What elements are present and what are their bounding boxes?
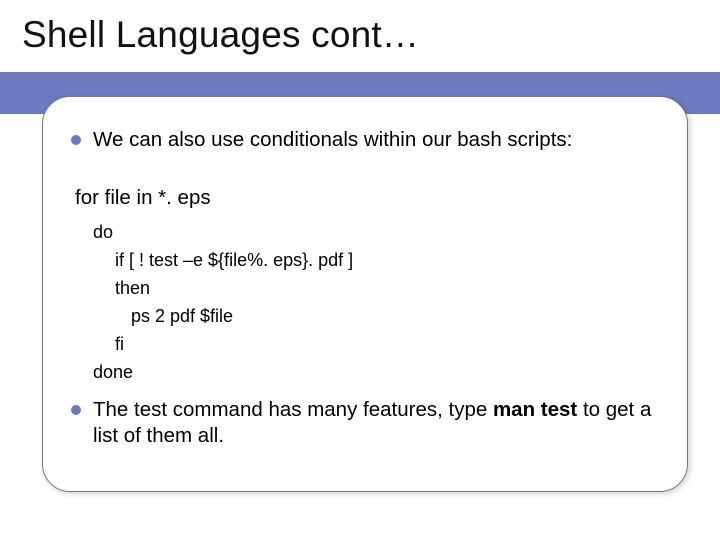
- code-line: for file in *. eps: [75, 182, 659, 214]
- code-line: done: [93, 359, 659, 387]
- code-sub-block: do if [ ! test –e ${file%. eps}. pdf ] t…: [93, 219, 659, 386]
- bullet-icon: [71, 135, 81, 145]
- bullet-item-1: We can also use conditionals within our …: [71, 127, 659, 154]
- bullet-text-2: The test command has many features, type…: [93, 397, 659, 450]
- bullet-text-2-bold: man test: [493, 398, 577, 421]
- slide-title: Shell Languages cont…: [22, 14, 419, 56]
- code-block: for file in *. eps do if [ ! test –e ${f…: [75, 182, 659, 387]
- code-line: do: [93, 219, 659, 247]
- bullet-text-2a: The test command has many features, type: [93, 398, 493, 421]
- bullet-text-1: We can also use conditionals within our …: [93, 127, 572, 154]
- bullet-item-2: The test command has many features, type…: [71, 397, 659, 450]
- code-line: then: [93, 275, 659, 303]
- code-line: fi: [93, 331, 659, 359]
- content-card: We can also use conditionals within our …: [42, 96, 688, 492]
- code-line: ps 2 pdf $file: [93, 303, 659, 331]
- code-line: if [ ! test –e ${file%. eps}. pdf ]: [93, 247, 659, 275]
- bullet-icon: [71, 405, 81, 415]
